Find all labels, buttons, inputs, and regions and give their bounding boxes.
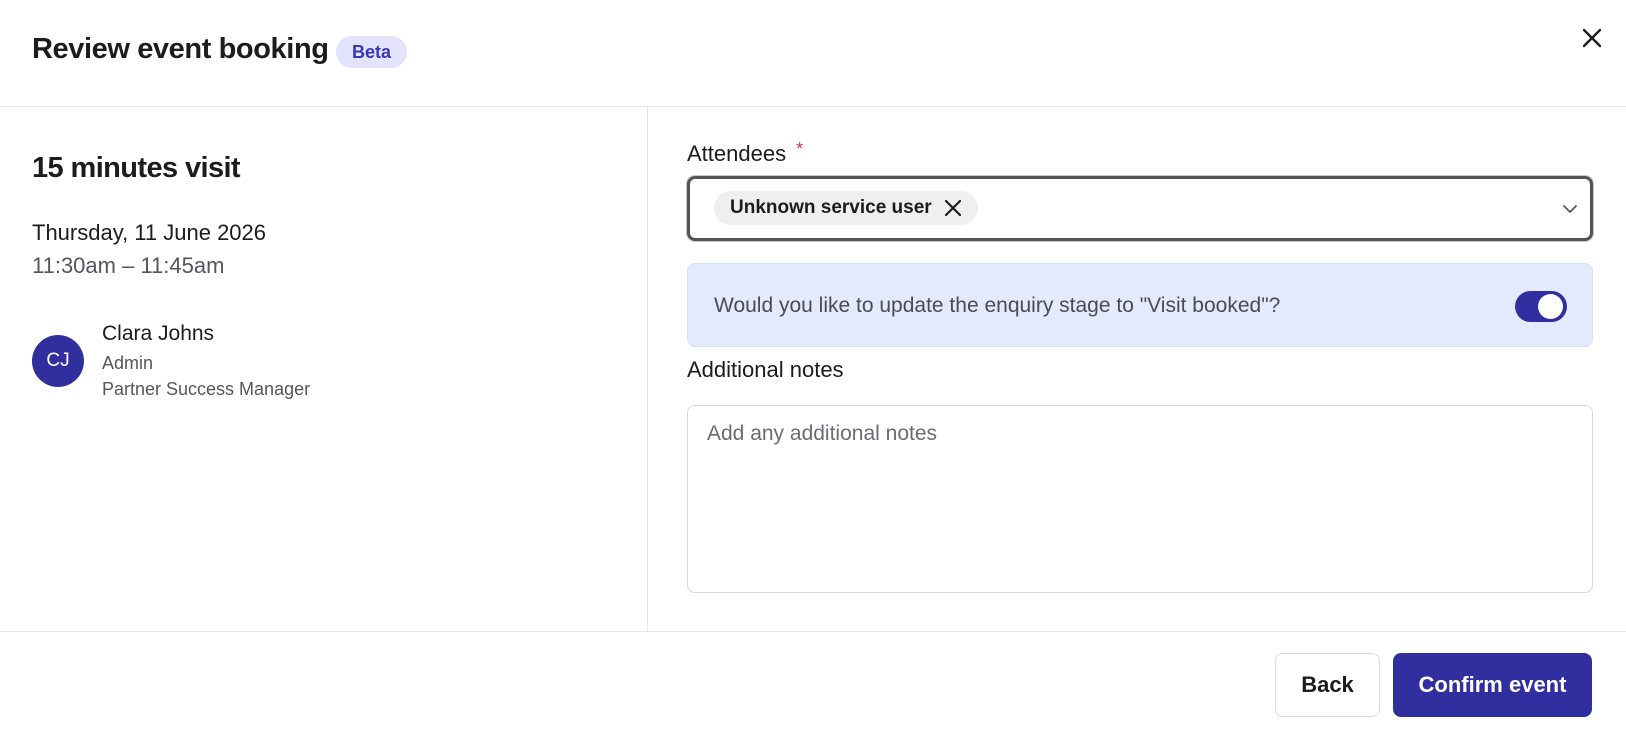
event-date: Thursday, 11 June 2026: [32, 220, 267, 245]
attendees-label: Attendees *: [687, 139, 804, 167]
modal-title: Review event booking: [32, 33, 329, 65]
attendee-chip: Unknown service user: [714, 191, 978, 225]
booking-form: Attendees * Unknown service user Would yo…: [649, 107, 1626, 631]
enquiry-stage-toggle[interactable]: [1515, 291, 1567, 322]
required-marker: *: [796, 139, 804, 159]
close-icon[interactable]: [1578, 24, 1606, 52]
additional-notes-input[interactable]: [687, 405, 1593, 593]
avatar: CJ: [32, 335, 84, 387]
chevron-down-icon[interactable]: [1560, 199, 1580, 219]
event-title: 15 minutes visit: [32, 152, 241, 184]
back-button[interactable]: Back: [1275, 653, 1380, 717]
event-time: 11:30am – 11:45am: [32, 253, 225, 278]
enquiry-stage-banner: Would you like to update the enquiry sta…: [687, 263, 1593, 347]
additional-notes-label: Additional notes: [687, 357, 844, 382]
confirm-event-button[interactable]: Confirm event: [1393, 653, 1592, 717]
organizer-job-title: Partner Success Manager: [102, 379, 311, 399]
event-summary-panel: 15 minutes visit Thursday, 11 June 2026 …: [0, 107, 648, 631]
organizer-role: Admin: [102, 353, 154, 373]
beta-badge: Beta: [336, 36, 408, 68]
attendees-select[interactable]: Unknown service user: [687, 176, 1593, 241]
enquiry-stage-text: Would you like to update the enquiry sta…: [714, 294, 1281, 317]
attendees-label-text: Attendees: [687, 141, 787, 166]
modal-footer: Back Confirm event: [0, 631, 1626, 750]
close-icon[interactable]: [944, 199, 962, 217]
organizer-name: Clara Johns: [102, 322, 215, 345]
modal-header: Review event booking Beta: [0, 0, 1626, 107]
toggle-knob: [1538, 294, 1563, 319]
attendee-chip-label: Unknown service user: [730, 197, 932, 218]
